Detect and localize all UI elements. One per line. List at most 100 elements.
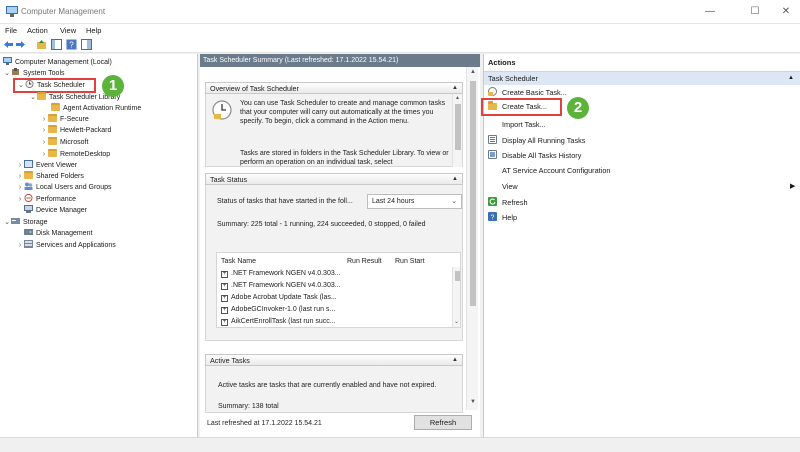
task-status-title: Task Status xyxy=(210,175,248,184)
refresh-button[interactable]: Refresh xyxy=(414,415,472,430)
chevron-down-icon[interactable]: ⌄ xyxy=(17,80,25,91)
computer-management-icon xyxy=(3,57,12,65)
scroll-thumb[interactable] xyxy=(455,104,461,150)
shared-folder-icon xyxy=(24,171,33,179)
scroll-up-icon[interactable]: ▲ xyxy=(470,69,476,75)
task-status-section-header[interactable]: Task Status ▲ xyxy=(205,173,463,185)
actions-section-task-scheduler[interactable]: Task Scheduler ▲ xyxy=(484,71,800,85)
tree-item-event-viewer[interactable]: › Event Viewer xyxy=(16,160,77,171)
chevron-down-icon[interactable]: ⌄ xyxy=(3,68,11,79)
collapse-caret-icon[interactable]: ▲ xyxy=(452,174,458,185)
tree-item-remote-desktop[interactable]: › RemoteDesktop xyxy=(40,149,110,160)
minimize-button[interactable]: — xyxy=(692,0,728,24)
scroll-thumb[interactable] xyxy=(455,271,460,281)
tree-item-agent-activation-runtime[interactable]: Agent Activation Runtime xyxy=(51,103,141,114)
window-title: Computer Management xyxy=(21,7,106,16)
collapse-caret-icon[interactable]: ▲ xyxy=(452,355,458,366)
expand-plus-icon[interactable]: + xyxy=(221,319,228,326)
status-period-value: Last 24 hours xyxy=(372,198,415,205)
chevron-right-icon[interactable]: › xyxy=(16,240,24,251)
tree-item-microsoft[interactable]: › Microsoft xyxy=(40,137,88,148)
tree-item-shared-folders[interactable]: › Shared Folders xyxy=(16,171,84,182)
action-view[interactable]: View ▶ xyxy=(488,180,798,193)
expand-plus-icon[interactable]: + xyxy=(221,295,228,302)
svg-text:?: ? xyxy=(69,41,74,50)
tree-item-device-manager[interactable]: Device Manager xyxy=(24,205,87,216)
forward-arrow-icon[interactable] xyxy=(15,39,26,50)
action-label: Refresh xyxy=(502,198,528,207)
overview-scrollbar[interactable]: ▲ xyxy=(452,94,462,167)
tree-label: Services and Applications xyxy=(36,242,116,249)
device-manager-icon xyxy=(24,205,33,213)
menu-file[interactable]: File xyxy=(5,26,17,35)
overview-body: You can use Task Scheduler to create and… xyxy=(205,94,463,167)
column-header-run-start[interactable]: Run Start xyxy=(395,257,425,266)
active-tasks-section-header[interactable]: Active Tasks ▲ xyxy=(205,354,463,366)
scroll-down-icon[interactable]: ⌄ xyxy=(454,318,459,325)
status-filter-label: Status of tasks that have started in the… xyxy=(217,198,353,205)
table-row[interactable]: + .NET Framework NGEN v4.0.303... xyxy=(221,269,341,278)
tree-item-performance[interactable]: › Performance xyxy=(16,194,76,205)
close-button[interactable]: ✕ xyxy=(768,0,800,24)
tree-item-hewlett-packard[interactable]: › Hewlett-Packard xyxy=(40,125,111,136)
scroll-thumb[interactable] xyxy=(470,81,476,306)
up-folder-icon[interactable] xyxy=(36,39,47,50)
chevron-down-icon[interactable]: ⌄ xyxy=(29,92,37,103)
menu-view[interactable]: View xyxy=(60,26,76,35)
collapse-caret-icon[interactable]: ▲ xyxy=(788,72,794,85)
summary-scrollbar[interactable]: ▲ ▼ xyxy=(466,67,478,410)
help-book-icon[interactable]: ? xyxy=(66,39,77,50)
expand-plus-icon[interactable]: + xyxy=(221,271,228,278)
menu-action[interactable]: Action xyxy=(27,26,48,35)
scroll-up-icon[interactable]: ▲ xyxy=(455,95,460,101)
action-display-running-tasks[interactable]: Display All Running Tasks xyxy=(488,134,585,147)
collapse-caret-icon[interactable]: ▲ xyxy=(452,83,458,94)
chevron-down-icon[interactable]: ⌄ xyxy=(3,217,11,228)
menu-help[interactable]: Help xyxy=(86,26,101,35)
column-header-task-name[interactable]: Task Name xyxy=(221,257,256,266)
chevron-right-icon[interactable]: › xyxy=(16,160,24,171)
tree-item-local-users-groups[interactable]: › Local Users and Groups xyxy=(16,182,111,193)
tree-item-services-apps[interactable]: › Services and Applications xyxy=(16,240,116,251)
tree-label: RemoteDesktop xyxy=(60,151,111,158)
tree-label: Event Viewer xyxy=(36,162,78,169)
scroll-down-icon[interactable]: ▼ xyxy=(470,399,476,405)
overview-section-header[interactable]: Overview of Task Scheduler ▲ xyxy=(205,82,463,94)
task-status-body: Status of tasks that have started in the… xyxy=(205,185,463,341)
show-hide-tree-icon[interactable] xyxy=(51,39,62,50)
action-label: View xyxy=(502,182,518,191)
expand-plus-icon[interactable]: + xyxy=(221,307,228,314)
action-pane-icon[interactable] xyxy=(81,39,92,50)
tree-item-disk-management[interactable]: Disk Management xyxy=(24,228,92,239)
tree-item-task-scheduler[interactable]: ⌄ Task Scheduler xyxy=(13,78,96,93)
expand-plus-icon[interactable]: + xyxy=(221,283,228,290)
task-list-scrollbar[interactable]: ⌄ xyxy=(452,267,460,327)
chevron-down-icon[interactable]: ⌄ xyxy=(451,195,457,208)
tree-item-storage[interactable]: ⌄ Storage xyxy=(3,217,48,228)
tree-item-f-secure[interactable]: › F-Secure xyxy=(40,114,89,125)
status-period-select[interactable]: Last 24 hours ⌄ xyxy=(367,194,462,209)
chevron-right-icon[interactable]: › xyxy=(40,149,48,160)
scheduler-clock-icon xyxy=(212,100,232,120)
action-at-service-account[interactable]: AT Service Account Configuration xyxy=(488,164,610,177)
create-basic-task-icon xyxy=(488,87,497,96)
chevron-right-icon[interactable]: › xyxy=(16,182,24,193)
action-help[interactable]: ? Help xyxy=(488,211,517,224)
table-row[interactable]: + AikCertEnrollTask (last run succ... xyxy=(221,317,336,326)
table-row[interactable]: + Adobe Acrobat Update Task (las... xyxy=(221,293,337,302)
active-tasks-body: Active tasks are tasks that are currentl… xyxy=(205,366,463,413)
action-create-task[interactable]: Create Task... xyxy=(481,98,562,116)
table-row[interactable]: + AdobeGCInvoker-1.0 (last run s... xyxy=(221,305,335,314)
action-disable-tasks-history[interactable]: Disable All Tasks History xyxy=(488,149,581,162)
action-refresh[interactable]: Refresh xyxy=(488,196,528,209)
column-header-run-result[interactable]: Run Result xyxy=(347,257,382,266)
chevron-right-icon[interactable]: › xyxy=(40,125,48,136)
table-row[interactable]: + .NET Framework NGEN v4.0.303... xyxy=(221,281,341,290)
tree-item-computer-management[interactable]: Computer Management (Local) xyxy=(3,57,112,68)
chevron-right-icon[interactable]: › xyxy=(40,114,48,125)
chevron-right-icon[interactable]: › xyxy=(40,137,48,148)
chevron-right-icon[interactable]: › xyxy=(16,171,24,182)
action-import-task[interactable]: Import Task... xyxy=(488,118,546,131)
chevron-right-icon[interactable]: › xyxy=(16,194,24,205)
back-arrow-icon[interactable] xyxy=(3,39,14,50)
